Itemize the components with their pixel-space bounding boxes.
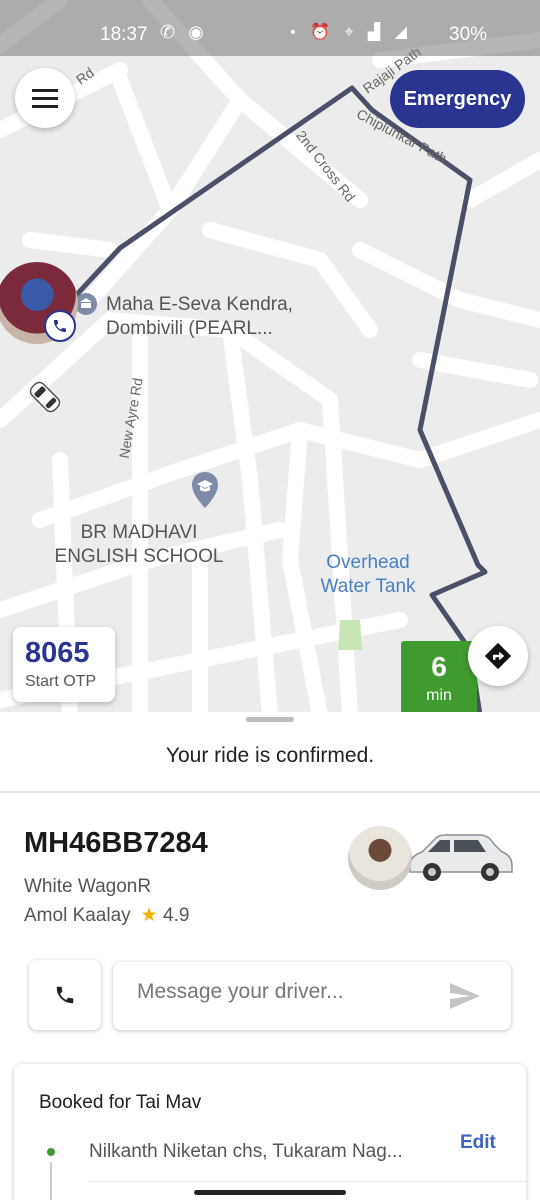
- driver-rating: 4.9: [163, 905, 190, 926]
- message-box: [113, 962, 511, 1030]
- map-call-button[interactable]: [44, 310, 76, 342]
- poi-water-tank-line2: Water Tank: [320, 576, 416, 597]
- school-pin-icon[interactable]: [190, 470, 220, 510]
- directions-icon: [484, 642, 512, 670]
- app-root: Rd Rajaji Path Chiplunkar Path 2nd Cross…: [0, 0, 540, 1200]
- home-indicator[interactable]: [194, 1190, 346, 1195]
- poi-school[interactable]: BR MADHAVI ENGLISH SCHOOL: [52, 521, 226, 569]
- start-otp-card: 8065 Start OTP: [13, 627, 115, 702]
- record-icon: ◉: [188, 22, 204, 42]
- status-time: 18:37: [100, 24, 148, 45]
- directions-button[interactable]: [468, 626, 528, 686]
- signal-icon: ◢: [394, 24, 407, 41]
- ride-status-text: Your ride is confirmed.: [165, 744, 375, 767]
- phone-call-icon: ✆: [160, 22, 176, 42]
- status-system-icons: • ⏰ ⌖ ▟ ◢: [290, 22, 417, 42]
- divider: [89, 1181, 526, 1182]
- pickup-address[interactable]: Nilkanth Niketan chs, Tukaram Nag...: [89, 1141, 434, 1163]
- alarm-icon: ⏰: [310, 24, 330, 41]
- poi-seva-kendra-line2: Dombivili (PEARL...: [106, 318, 273, 339]
- eta-badge: 6 min: [401, 641, 477, 715]
- emergency-button[interactable]: Emergency: [390, 70, 525, 128]
- eta-unit: min: [426, 687, 452, 704]
- battery-level: 30%: [449, 24, 488, 45]
- booking-card: Booked for Tai Mav Nilkanth Niketan chs,…: [14, 1064, 526, 1200]
- poi-school-line2: ENGLISH SCHOOL: [54, 546, 224, 567]
- divider: [0, 791, 540, 793]
- driver-info: Amol Kaalay ★ 4.9: [24, 904, 189, 927]
- network-icon: ▟: [367, 24, 381, 41]
- poi-water-tank-line1: Overhead: [326, 552, 410, 573]
- otp-label: Start OTP: [25, 673, 97, 690]
- poi-seva-kendra-line1: Maha E-Seva Kendra,: [106, 294, 293, 315]
- status-bar: 18:37 ✆ ◉ • ⏰ ⌖ ▟ ◢ 30%: [0, 0, 540, 56]
- vehicle-description: White WagonR: [24, 876, 152, 897]
- poi-water-tank[interactable]: Overhead Water Tank: [316, 551, 420, 599]
- status-notification-icons: ✆ ◉: [160, 22, 212, 43]
- poi-school-line1: BR MADHAVI: [80, 522, 198, 543]
- pickup-dot-icon: [47, 1148, 55, 1156]
- send-icon[interactable]: [449, 982, 481, 1010]
- vehicle-plate: MH46BB7284: [24, 827, 208, 859]
- call-driver-button[interactable]: [29, 960, 101, 1030]
- otp-code: 8065: [25, 637, 90, 669]
- hamburger-icon: [32, 88, 58, 92]
- sheet-drag-handle[interactable]: [246, 717, 294, 722]
- eta-value: 6: [431, 651, 447, 682]
- edit-pickup-button[interactable]: Edit: [460, 1132, 496, 1154]
- vehicle-image: [409, 834, 513, 881]
- message-driver-input[interactable]: [137, 980, 437, 1004]
- driver-name: Amol Kaalay: [24, 905, 131, 926]
- poi-seva-kendra[interactable]: Maha E-Seva Kendra, Dombivili (PEARL...: [106, 293, 293, 341]
- menu-button[interactable]: [15, 68, 75, 128]
- dot-icon: •: [290, 24, 296, 41]
- driver-photo[interactable]: [348, 826, 412, 890]
- location-icon: ⌖: [344, 24, 354, 41]
- star-icon: ★: [140, 905, 158, 926]
- booked-for-title: Booked for Tai Mav: [39, 1092, 202, 1113]
- phone-icon: [54, 320, 66, 332]
- car-marker-icon: [29, 381, 61, 413]
- phone-icon: [56, 986, 74, 1004]
- route-line: [50, 1162, 52, 1200]
